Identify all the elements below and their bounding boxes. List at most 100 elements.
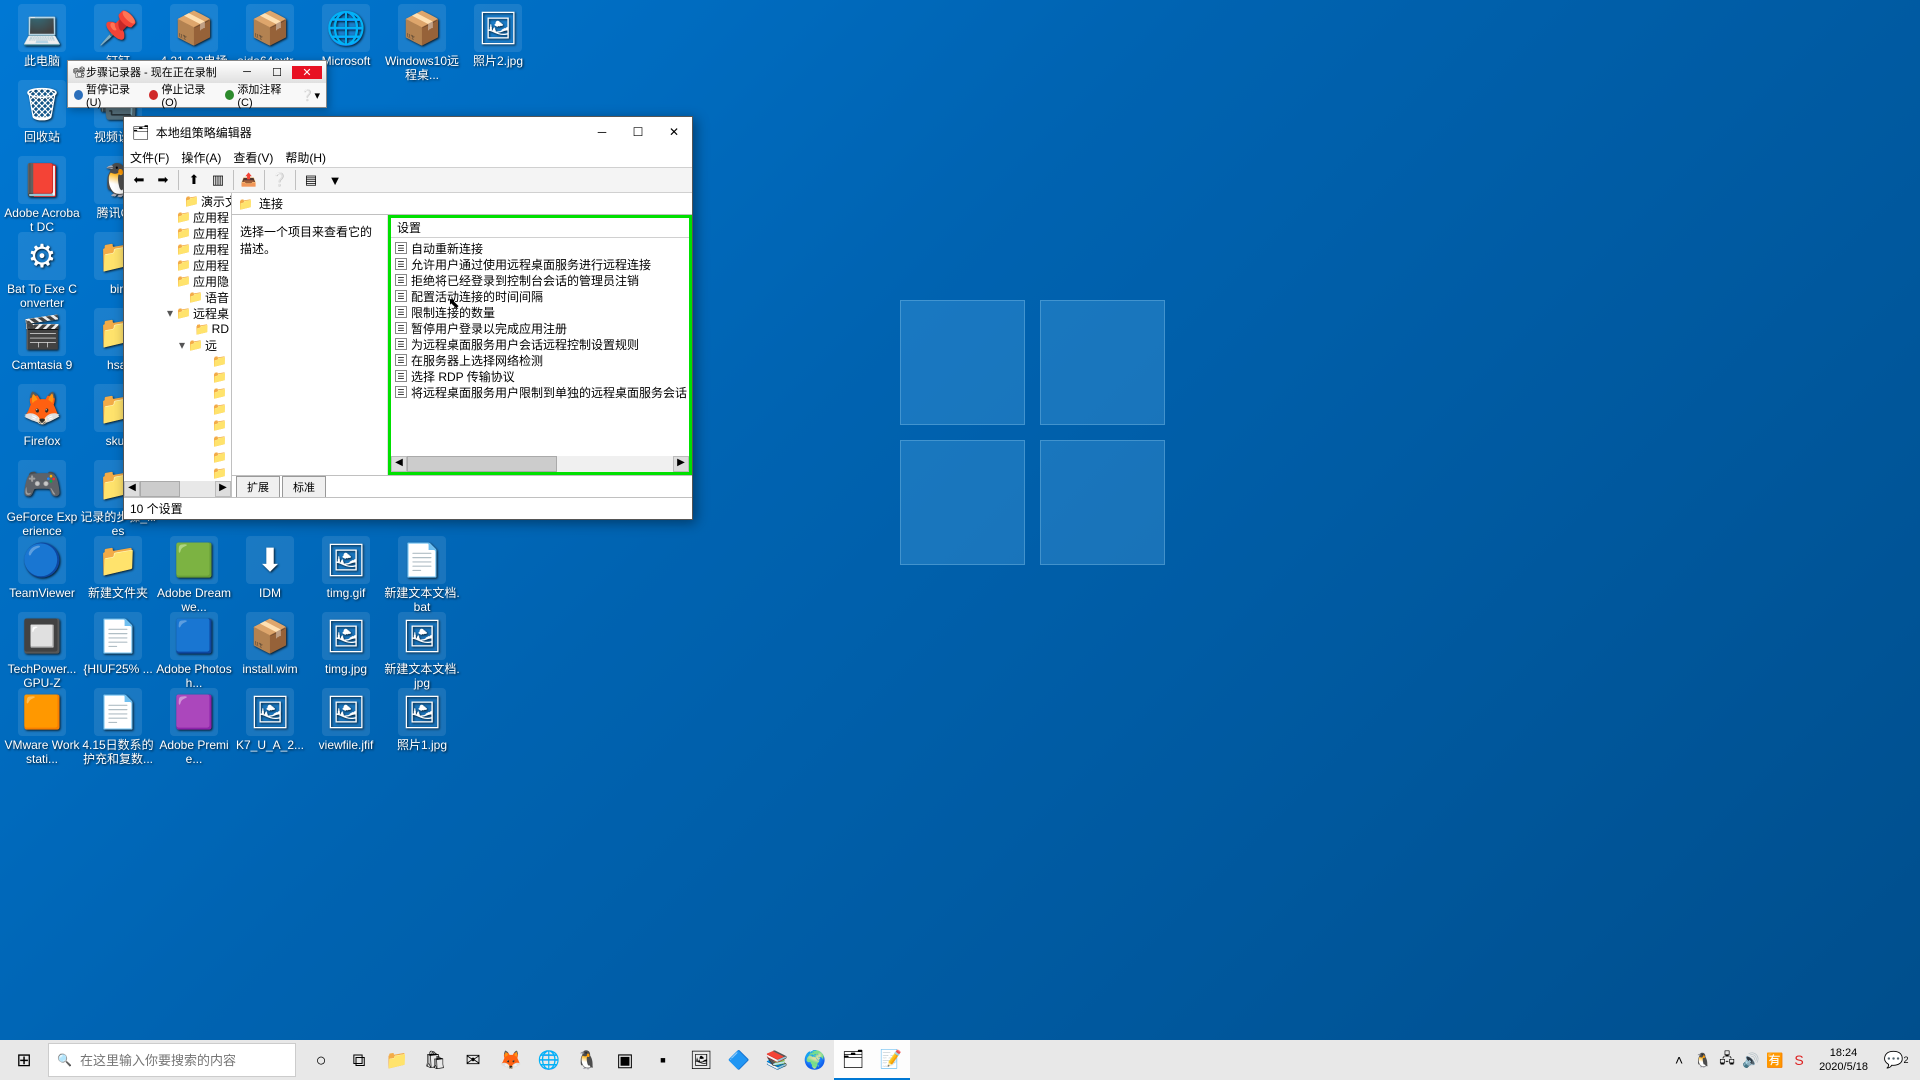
browser-taskbar[interactable]: 🌐: [530, 1040, 568, 1080]
desktop-icon-file-421[interactable]: 📦4.21 9.3电场: [156, 4, 232, 68]
tree-node[interactable]: 📁应用程: [124, 209, 231, 225]
policy-setting-item[interactable]: ☰将远程桌面服务用户限制到单独的远程桌面服务会话: [391, 384, 689, 400]
notepad-taskbar[interactable]: 📝: [872, 1040, 910, 1080]
tray-network-icon[interactable]: 🖧: [1717, 1040, 1737, 1080]
policy-setting-item[interactable]: ☰配置活动连接的时间间隔: [391, 288, 689, 304]
toolbar-help-button[interactable]: ❔: [269, 169, 291, 191]
menu-view[interactable]: 查看(V): [233, 149, 273, 166]
tree-node[interactable]: 📁应用程: [124, 225, 231, 241]
desktop-icon-acrobat[interactable]: 📕Adobe Acrobat DC: [4, 156, 80, 234]
tray-qq-icon[interactable]: 🐧: [1693, 1040, 1713, 1080]
toolbar-filter-options-button[interactable]: ▼: [324, 169, 346, 191]
desktop-icon-bat2exe[interactable]: ⚙Bat To Exe Converter: [4, 232, 80, 310]
desktop-icon-viewfile[interactable]: 🖼viewfile.jfif: [308, 688, 384, 752]
desktop-icon-dingding[interactable]: 📌钉钉: [80, 4, 156, 68]
policy-setting-item[interactable]: ☰在服务器上选择网络检测: [391, 352, 689, 368]
scroll-left-button[interactable]: ◀: [124, 481, 140, 497]
desktop-icon-camtasia[interactable]: 🎬Camtasia 9: [4, 308, 80, 372]
desktop-icon-firefox[interactable]: 🦊Firefox: [4, 384, 80, 448]
qq-taskbar[interactable]: 🐧: [568, 1040, 606, 1080]
gp-navigation-tree[interactable]: 📁演示文📁应用程📁应用程📁应用程📁应用程📁应用隐📁语音▾📁远程桌📁RD▾📁远📁📁…: [124, 193, 232, 497]
desktop-icon-photo2[interactable]: 🖼照片2.jpg: [460, 4, 536, 68]
xbox-taskbar[interactable]: ▣: [606, 1040, 644, 1080]
gp-close-button[interactable]: ✕: [656, 117, 692, 147]
tree-node[interactable]: 📁: [124, 433, 231, 449]
toolbar-export-button[interactable]: 📤: [238, 169, 260, 191]
gp-minimize-button[interactable]: ─: [584, 117, 620, 147]
scroll-thumb[interactable]: [140, 481, 180, 497]
psr-maximize-button[interactable]: ☐: [262, 66, 292, 79]
file-explorer-taskbar[interactable]: 📁: [378, 1040, 416, 1080]
tree-node[interactable]: ▾📁远: [124, 337, 231, 353]
gp-column-header[interactable]: 设置: [391, 218, 689, 238]
psr-titlebar[interactable]: 📽 步骤记录器 - 现在正在录制 ─ ☐ ✕: [68, 61, 326, 83]
tree-node[interactable]: 📁应用程: [124, 257, 231, 273]
scroll-thumb[interactable]: [407, 456, 557, 472]
desktop-icon-premiere[interactable]: 🟪Adobe Premie...: [156, 688, 232, 766]
desktop-icon-hiuf[interactable]: 📄{HIUF25% ...: [80, 612, 156, 676]
tab-extended[interactable]: 扩展: [236, 476, 280, 497]
tree-expand-icon[interactable]: ▾: [164, 306, 176, 320]
psr-comment-button[interactable]: 添加注释(C): [225, 81, 290, 109]
policy-setting-item[interactable]: ☰选择 RDP 传输协议: [391, 368, 689, 384]
desktop-icon-newtxt-jpg[interactable]: 🖼新建文本文档.jpg: [384, 612, 460, 690]
toolbar-forward-button[interactable]: ➡: [152, 169, 174, 191]
tree-expand-icon[interactable]: ▾: [176, 338, 188, 352]
tray-overflow-button[interactable]: ˄: [1669, 1040, 1689, 1080]
tree-node[interactable]: 📁RD: [124, 321, 231, 337]
psr-minimize-button[interactable]: ─: [232, 66, 262, 78]
policy-setting-item[interactable]: ☰为远程桌面服务用户会话远程控制设置规则: [391, 336, 689, 352]
app-taskbar-3[interactable]: 📚: [758, 1040, 796, 1080]
desktop-icon-idm[interactable]: ⬇IDM: [232, 536, 308, 600]
tray-ime-icon[interactable]: 🈶: [1765, 1040, 1785, 1080]
tree-node[interactable]: 📁: [124, 465, 231, 481]
toolbar-show-hide-tree-button[interactable]: ▥: [207, 169, 229, 191]
tree-node[interactable]: 📁: [124, 353, 231, 369]
tree-node[interactable]: 📁演示文: [124, 193, 231, 209]
tree-node[interactable]: 📁应用程: [124, 241, 231, 257]
desktop-icon-this-pc[interactable]: 💻此电脑: [4, 4, 80, 68]
policy-setting-item[interactable]: ☰自动重新连接: [391, 240, 689, 256]
ie-taskbar[interactable]: 🌍: [796, 1040, 834, 1080]
tree-node[interactable]: ▾📁远程桌: [124, 305, 231, 321]
tree-node[interactable]: 📁: [124, 449, 231, 465]
desktop-icon-win10rdp[interactable]: 📦Windows10远程桌...: [384, 4, 460, 82]
psr-pause-button[interactable]: 暂停记录(U): [74, 81, 139, 109]
scroll-right-button[interactable]: ▶: [215, 481, 231, 497]
start-button[interactable]: ⊞: [0, 1040, 48, 1080]
tree-node[interactable]: 📁: [124, 369, 231, 385]
desktop-icon-installwim[interactable]: 📦install.wim: [232, 612, 308, 676]
tree-node[interactable]: 📁: [124, 417, 231, 433]
tab-standard[interactable]: 标准: [282, 476, 326, 497]
desktop-icon-dreamweaver[interactable]: 🟩Adobe Dreamwe...: [156, 536, 232, 614]
firefox-taskbar[interactable]: 🦊: [492, 1040, 530, 1080]
desktop-icon-k7[interactable]: 🖼K7_U_A_2...: [232, 688, 308, 752]
desktop-icon-photoshop[interactable]: 🟦Adobe Photosh...: [156, 612, 232, 690]
tree-horizontal-scrollbar[interactable]: ◀ ▶: [124, 481, 231, 497]
microsoft-store-taskbar[interactable]: 🛍: [416, 1040, 454, 1080]
desktop-icon-teamviewer[interactable]: 🔵TeamViewer: [4, 536, 80, 600]
tree-node[interactable]: 📁: [124, 385, 231, 401]
desktop-icon-timg-jpg[interactable]: 🖼timg.jpg: [308, 612, 384, 676]
desktop-icon-aida64[interactable]: 📦aida64extr...: [232, 4, 308, 68]
tray-volume-icon[interactable]: 🔊: [1741, 1040, 1761, 1080]
desktop-icon-photo1[interactable]: 🖼照片1.jpg: [384, 688, 460, 752]
task-view-button[interactable]: ⧉: [340, 1040, 378, 1080]
taskbar-clock[interactable]: 18:24 2020/5/18: [1813, 1046, 1874, 1074]
gp-titlebar[interactable]: 🗂 本地组策略编辑器 ─ ☐ ✕: [124, 117, 692, 147]
toolbar-up-button[interactable]: ⬆: [183, 169, 205, 191]
desktop-icon-file-415[interactable]: 📄4.15日数系的 护充和复数...: [80, 688, 156, 766]
tray-sogou-icon[interactable]: S: [1789, 1040, 1809, 1080]
tree-node[interactable]: 📁应用隐: [124, 273, 231, 289]
action-center-button[interactable]: 💬2: [1878, 1040, 1914, 1080]
desktop-icon-gfe[interactable]: 🎮GeForce Experience: [4, 460, 80, 538]
scroll-left-button[interactable]: ◀: [391, 456, 407, 472]
desktop-icon-newtxt-bat[interactable]: 📄新建文本文档.bat: [384, 536, 460, 614]
list-horizontal-scrollbar[interactable]: ◀ ▶: [391, 456, 689, 472]
tree-node[interactable]: 📁: [124, 401, 231, 417]
policy-setting-item[interactable]: ☰暂停用户登录以完成应用注册: [391, 320, 689, 336]
desktop-icon-vmware[interactable]: 🟧VMware Workstati...: [4, 688, 80, 766]
search-input[interactable]: [80, 1053, 287, 1068]
psr-help-button[interactable]: ❔▾: [301, 89, 320, 102]
gp-maximize-button[interactable]: ☐: [620, 117, 656, 147]
